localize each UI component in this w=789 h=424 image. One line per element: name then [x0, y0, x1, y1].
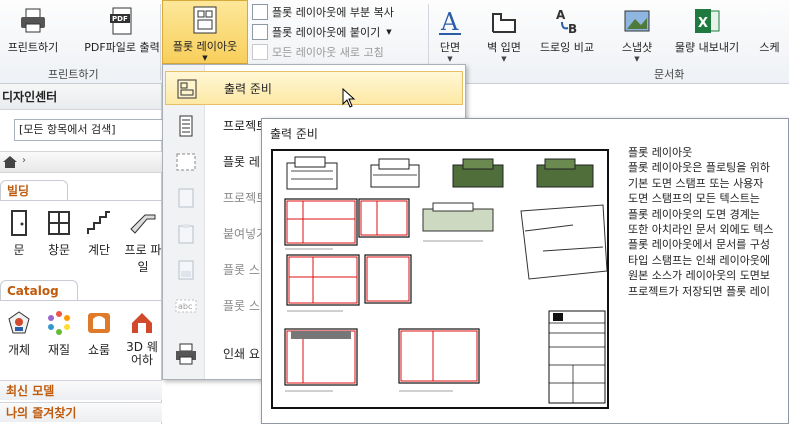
item-objects[interactable]: 개체 — [0, 309, 38, 358]
objects-icon — [8, 311, 30, 334]
drawing-compare-button[interactable]: A B 드로잉 비교 — [534, 2, 600, 64]
item-profile[interactable]: 프로 파일 — [124, 209, 162, 275]
catalog-items: 개체 재질 쇼룸 3D 웨어하 — [0, 300, 162, 380]
home-icon[interactable] — [2, 154, 18, 170]
tab-building[interactable]: 빌딩 — [0, 180, 68, 200]
search-input[interactable]: [모든 항목에서 검색] — [14, 119, 164, 141]
snapshot-button[interactable]: 스냅샷 ▼ — [612, 2, 662, 64]
window-icon — [48, 211, 70, 235]
item-3d-warehouse[interactable]: 3D 웨어하 — [122, 309, 162, 367]
plot-border-icon — [176, 153, 196, 171]
svg-text:A: A — [440, 8, 459, 36]
chevron-right-icon: › — [22, 155, 26, 166]
group-label-print: 프린트하기 — [48, 68, 99, 81]
recent-models-bar[interactable]: 최신 모델 — [0, 380, 162, 400]
paste-to-layout-button[interactable]: 플롯 레이아웃에 붙이기 ▼ — [252, 22, 394, 42]
section-button[interactable]: A 단면 ▼ — [430, 2, 470, 64]
plot-text-icon: abc — [175, 299, 197, 313]
ribbon-truncated-button[interactable]: 스케 — [750, 2, 789, 64]
refresh-icon — [252, 44, 268, 60]
svg-text:B: B — [568, 22, 577, 36]
svg-text:abc: abc — [178, 302, 192, 311]
item-door[interactable]: 문 — [0, 209, 38, 258]
tooltip-description: 플롯 레이아웃 플롯 레이아웃은 플로팅을 위하 기본 도면 스탬프 또는 사용… — [628, 146, 774, 298]
paste-icon — [252, 24, 268, 40]
item-stairs[interactable]: 계단 — [80, 209, 118, 258]
item-window[interactable]: 창문 — [40, 209, 78, 258]
ribbon-separator — [160, 4, 161, 80]
print-prepare-icon — [177, 79, 197, 99]
plot-stamp-icon — [178, 260, 194, 280]
print-prepare-tooltip: 출력 준비 플롯 레이아웃 플롯 레이아웃은 플로팅을 위하 기본 도면 스탬프… — [261, 118, 789, 424]
snapshot-icon — [624, 10, 650, 32]
compare-icon: A B — [556, 8, 577, 36]
chevron-down-icon: ▼ — [634, 55, 640, 63]
wall-elevation-icon — [492, 13, 516, 33]
copy-icon — [252, 4, 268, 20]
menu-item-print-prepare[interactable]: 출력 준비 — [165, 71, 463, 105]
favorites-bar[interactable]: 나의 즐겨찾기 — [0, 402, 162, 422]
print-settings-icon — [176, 343, 196, 365]
design-center-panel: 디자인센터 [모든 항목에서 검색] › 빌딩 문 창문 계단 프로 파일 Ca… — [0, 84, 164, 424]
chevron-down-icon: ▼ — [447, 55, 453, 63]
chevron-down-icon: ▼ — [386, 28, 392, 36]
layout-preview-drawing — [284, 156, 607, 404]
item-showroom[interactable]: 쇼룸 — [80, 309, 118, 358]
materials-icon — [48, 311, 70, 335]
panel-title: 디자인센터 — [0, 84, 161, 110]
export-quantities-button[interactable]: X 물량 내보내기 — [672, 2, 742, 64]
svg-text:X: X — [698, 16, 708, 31]
print-pdf-button[interactable]: PDF PDF파일로 출력 — [84, 2, 160, 64]
svg-text:PDF: PDF — [112, 15, 128, 23]
building-items: 문 창문 계단 프로 파일 — [0, 200, 162, 280]
layout-preview-image — [271, 149, 609, 409]
plot-layout-small-buttons: 플롯 레이아웃에 부분 복사 플롯 레이아웃에 붙이기 ▼ 모든 레이아웃 새로… — [252, 2, 394, 62]
paste-icon — [178, 224, 194, 244]
tooltip-title: 출력 준비 — [270, 127, 318, 141]
tab-catalog[interactable]: Catalog — [0, 280, 78, 300]
project-doc-icon — [178, 188, 194, 208]
print-button[interactable]: 프린트하기 — [2, 2, 64, 64]
pdf-icon: PDF — [110, 7, 132, 35]
copy-to-layout-button[interactable]: 플롯 레이아웃에 부분 복사 — [252, 2, 394, 22]
mouse-cursor-icon — [342, 88, 356, 108]
door-icon — [11, 210, 27, 236]
item-materials[interactable]: 재질 — [40, 309, 78, 358]
refresh-all-layouts-button[interactable]: 모든 레이아웃 새로 고침 — [252, 42, 394, 62]
section-icon: A — [439, 8, 461, 36]
plot-layout-button[interactable]: 플롯 레이아웃 ▼ — [162, 0, 248, 64]
chevron-down-icon: ▼ — [501, 55, 507, 63]
showroom-icon — [88, 313, 110, 333]
wall-elevation-button[interactable]: 벽 입면 ▼ — [478, 2, 530, 64]
group-label-documents: 문서화 — [654, 68, 685, 81]
svg-text:A: A — [556, 8, 566, 22]
excel-icon: X — [695, 9, 720, 33]
chevron-down-icon: ▼ — [202, 54, 208, 62]
breadcrumb: › — [0, 151, 162, 173]
profile-icon — [130, 214, 156, 234]
plot-layout-icon — [193, 6, 217, 34]
3d-warehouse-icon — [132, 313, 152, 333]
printer-icon — [21, 8, 45, 33]
stairs-icon — [87, 211, 110, 234]
project-stamp-icon — [179, 115, 193, 137]
